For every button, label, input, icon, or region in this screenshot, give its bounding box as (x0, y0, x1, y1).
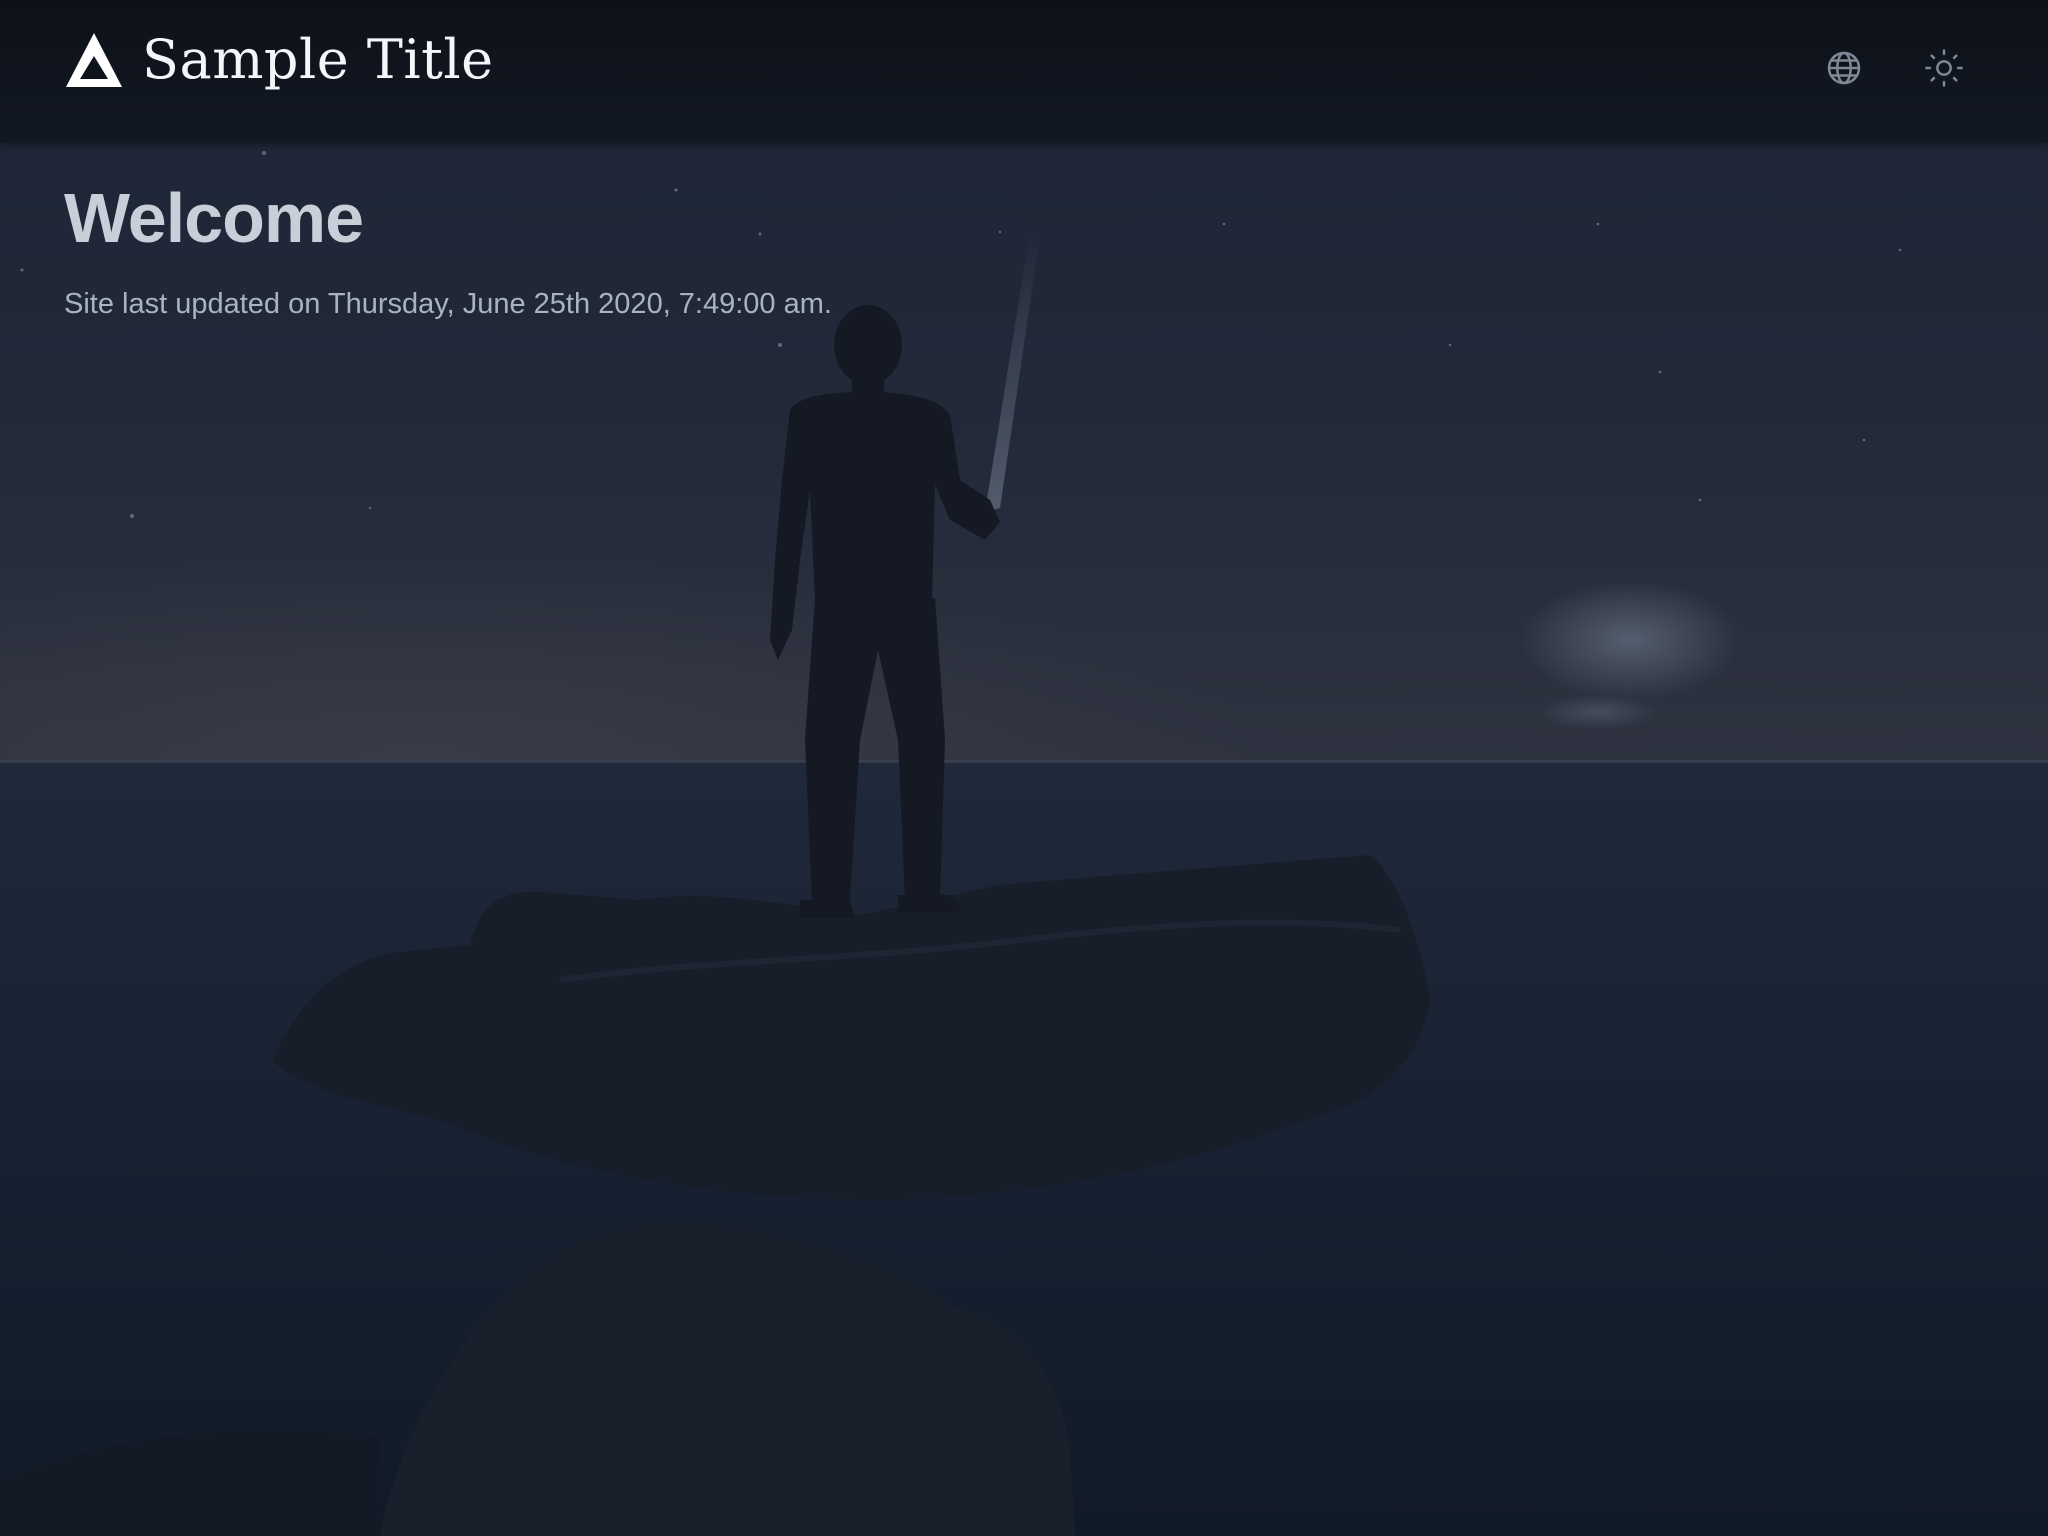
site-title: Sample Title (142, 28, 494, 91)
sun-icon (1925, 49, 1963, 87)
globe-icon (1827, 51, 1861, 85)
brand-link[interactable]: Sample Title (64, 30, 494, 90)
page: Sample Title Welcome Site last updated o… (0, 0, 2048, 1536)
last-updated-text: Site last updated on Thursday, June 25th… (64, 288, 832, 320)
page-heading: Welcome (64, 179, 364, 257)
triangle-logo-icon (66, 33, 122, 87)
top-navbar: Sample Title (0, 0, 2048, 143)
main-content: Welcome Site last updated on Thursday, J… (64, 176, 832, 324)
theme-toggle-button[interactable] (1920, 44, 1968, 92)
header-actions (1820, 44, 1968, 92)
language-button[interactable] (1820, 44, 1868, 92)
